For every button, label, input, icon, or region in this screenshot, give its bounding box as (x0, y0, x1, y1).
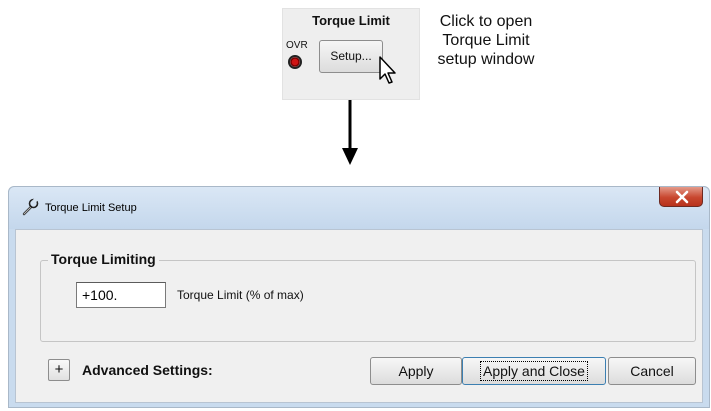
callout-line: Torque Limit (442, 32, 530, 49)
ovr-label: OVR (286, 40, 308, 51)
close-icon (675, 190, 689, 204)
torque-limit-group-title: Torque Limit (312, 13, 390, 28)
title-bar[interactable]: Torque Limit Setup (9, 187, 709, 229)
dialog-body: Torque Limiting +100. Torque Limit (% of… (15, 229, 703, 403)
apply-and-close-label: Apply and Close (480, 361, 588, 381)
apply-button[interactable]: Apply (370, 357, 462, 385)
torque-limit-panel: Torque Limit OVR Setup... (282, 8, 420, 100)
status-led-icon (288, 55, 302, 69)
advanced-settings-label: Advanced Settings: (82, 362, 213, 378)
apply-and-close-button[interactable]: Apply and Close (462, 357, 606, 385)
callout-line: Click to open (439, 13, 533, 30)
torque-limit-label: Torque Limit (% of max) (177, 288, 304, 302)
window-title: Torque Limit Setup (45, 202, 137, 214)
setup-button[interactable]: Setup... (319, 40, 383, 73)
callout-text: Click to open Torque Limit setup window (416, 12, 556, 69)
callout-line: setup window (437, 51, 535, 68)
wrench-icon (22, 198, 39, 216)
cancel-button[interactable]: Cancel (608, 357, 696, 385)
torque-limit-setup-dialog: Torque Limit Setup Torque Limiting +100.… (8, 186, 710, 408)
mouse-pointer-icon (379, 56, 396, 84)
torque-limit-input[interactable]: +100. (76, 282, 166, 308)
expand-advanced-button[interactable]: + (48, 359, 70, 381)
close-button[interactable] (659, 187, 703, 207)
arrow-down-icon (342, 100, 358, 165)
groupbox-title: Torque Limiting (48, 251, 159, 267)
